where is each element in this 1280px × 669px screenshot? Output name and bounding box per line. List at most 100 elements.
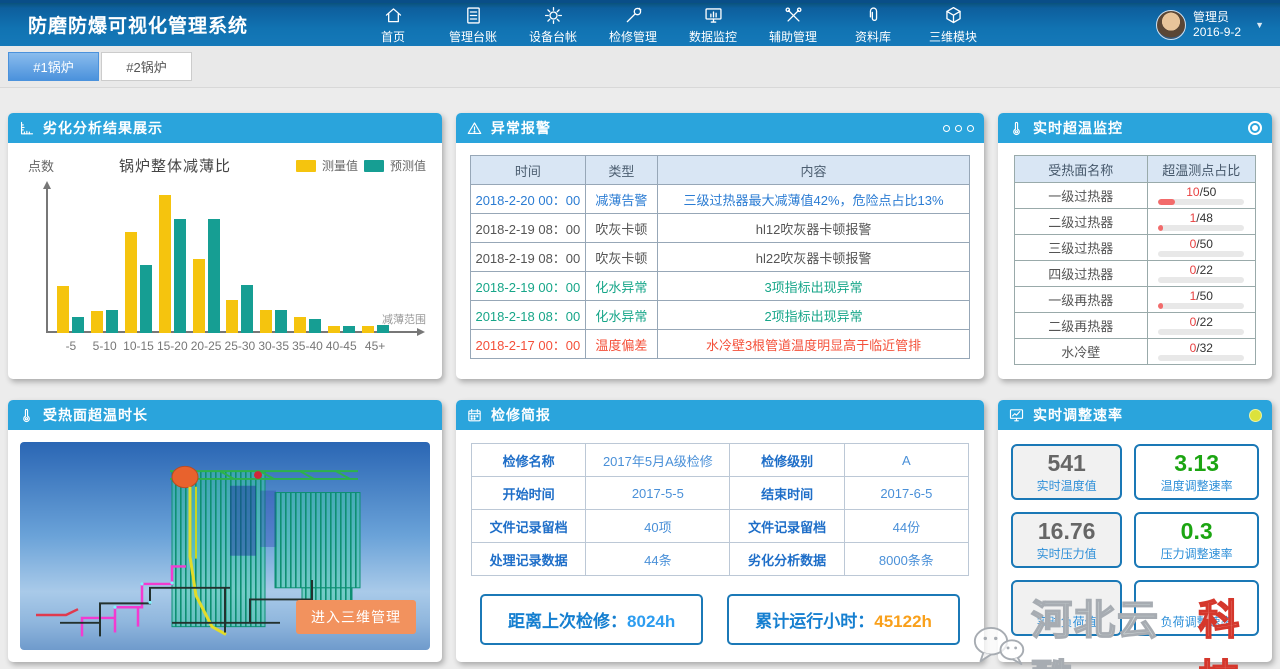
- app-title: 防磨防爆可视化管理系统: [0, 11, 248, 38]
- metric-box: 16.76实时压力值: [1011, 512, 1122, 568]
- column-header: 受热面名称: [1015, 156, 1148, 183]
- maintenance-row: 处理记录数据44条劣化分析数据8000条条: [472, 543, 969, 576]
- bar-测量值: [57, 286, 69, 333]
- alarm-cell: 吹灰卡顿: [585, 243, 657, 272]
- alarm-row[interactable]: 2018-2-19 08：00吹灰卡顿hl12吹灰器卡顿报警: [471, 214, 970, 243]
- nav-item-cube[interactable]: 三维模块: [913, 4, 993, 45]
- column-header: 超温测点占比: [1147, 156, 1255, 183]
- column-header: 类型: [585, 156, 657, 185]
- overheat-ratio-cell: 0/50: [1147, 235, 1255, 261]
- overheat-row: 水冷壁0/32: [1015, 339, 1256, 365]
- ratio-text: 0/50: [1148, 237, 1255, 251]
- metric-value: 0.3: [1181, 519, 1213, 544]
- metric-box: 实时负荷值: [1011, 580, 1122, 636]
- nav-item-monitor[interactable]: 数据监控: [673, 4, 753, 45]
- since-last-maintenance-button[interactable]: 距离上次检修：8024h: [480, 594, 703, 645]
- status-dot-icon: [1249, 409, 1262, 422]
- alarm-cell: 3项指标出现异常: [658, 272, 970, 301]
- progress-track: [1158, 277, 1244, 283]
- panel-header: 异常报警: [456, 113, 984, 143]
- bar-测量值: [91, 311, 103, 333]
- alarm-cell: 吹灰卡顿: [585, 214, 657, 243]
- metric-value: 3.13: [1174, 451, 1219, 476]
- alarm-cell: 2018-2-20 00：00: [471, 185, 586, 214]
- overheat-row: 一级再热器1/50: [1015, 287, 1256, 313]
- x-tick-label: -5: [66, 333, 77, 358]
- panel-degradation-analysis: 劣化分析结果展示 点数 锅炉整体减薄比 测量值预测值 -55-1010-1515…: [8, 113, 442, 379]
- bar-group: 25-30: [223, 183, 257, 358]
- nav-item-paperclip[interactable]: 资料库: [833, 4, 913, 45]
- progress-fill: [1158, 199, 1175, 205]
- ratio-text: 1/48: [1148, 211, 1255, 225]
- alarm-cell: 化水异常: [585, 272, 657, 301]
- alarm-row[interactable]: 2018-2-19 08：00吹灰卡顿hl22吹灰器卡顿报警: [471, 243, 970, 272]
- ratio-text: 0/22: [1148, 315, 1255, 329]
- ratio-denominator: /22: [1196, 315, 1213, 329]
- bars-row: [57, 286, 84, 333]
- nav-item-home[interactable]: 首页: [353, 4, 433, 45]
- boiler-3d-view[interactable]: 进入三维管理: [20, 442, 430, 650]
- maintenance-value: 44份: [844, 510, 968, 543]
- alarm-cell: 2项指标出现异常: [658, 301, 970, 330]
- ratio-denominator: /50: [1196, 289, 1213, 303]
- alarm-row[interactable]: 2018-2-17 00：00温度偏差水冷壁3根管道温度明显高于临近管排: [471, 330, 970, 359]
- bars-row: [226, 285, 253, 333]
- x-tick-label: 40-45: [326, 333, 357, 358]
- ledger-icon: [463, 5, 484, 26]
- bar-测量值: [193, 259, 205, 333]
- alarm-header-row: 时间类型内容: [471, 156, 970, 185]
- panel-options-dots[interactable]: [943, 125, 974, 132]
- maintenance-table: 检修名称2017年5月A级检修检修级别A开始时间2017-5-5结束时间2017…: [471, 443, 969, 576]
- tab-boiler-1[interactable]: #1锅炉: [8, 52, 99, 81]
- alarm-row[interactable]: 2018-2-19 00：00化水异常3项指标出现异常: [471, 272, 970, 301]
- chevron-down-icon[interactable]: ▼: [1255, 20, 1264, 30]
- ratio-text: 10/50: [1148, 185, 1255, 199]
- surface-name: 水冷壁: [1015, 339, 1148, 365]
- alarm-row[interactable]: 2018-2-18 08：00化水异常2项指标出现异常: [471, 301, 970, 330]
- alarm-cell: 减薄告警: [585, 185, 657, 214]
- user-menu[interactable]: 管理员 2016-9-2 ▼: [1156, 10, 1280, 40]
- bar-预测值: [208, 219, 220, 333]
- enter-3d-management-button[interactable]: 进入三维管理: [296, 600, 416, 634]
- maintenance-value: 8000条条: [844, 543, 968, 576]
- nav-item-tools[interactable]: 辅助管理: [753, 4, 833, 45]
- overheat-ratio-cell: 10/50: [1147, 183, 1255, 209]
- legend-swatch: [364, 160, 384, 172]
- nav-item-wrench[interactable]: 检修管理: [593, 4, 673, 45]
- bar-测量值: [260, 310, 272, 333]
- bars-row: [294, 317, 321, 333]
- metric-box: 3.13温度调整速率: [1134, 444, 1259, 500]
- bar-测量值: [294, 317, 306, 333]
- wrench-icon: [623, 5, 644, 26]
- alarm-cell: 2018-2-17 00：00: [471, 330, 586, 359]
- metric-label: 实时温度值: [1037, 477, 1097, 494]
- x-tick-label: 20-25: [191, 333, 222, 358]
- overheat-row: 三级过热器0/50: [1015, 235, 1256, 261]
- user-name: 管理员: [1193, 10, 1241, 25]
- total-running-hours-button[interactable]: 累计运行小时：45122h: [727, 594, 960, 645]
- overheat-ratio-cell: 1/48: [1147, 209, 1255, 235]
- tab-boiler-2[interactable]: #2锅炉: [101, 52, 192, 81]
- x-tick-label: 35-40: [292, 333, 323, 358]
- avatar: [1156, 10, 1186, 40]
- paperclip-icon: [863, 5, 884, 26]
- chart-legend: 测量值预测值: [296, 157, 426, 174]
- thermometer-icon: [1008, 120, 1025, 137]
- metric-box: 0.3压力调整速率: [1134, 512, 1259, 568]
- home-icon: [383, 5, 404, 26]
- alarm-row[interactable]: 2018-2-20 00：00减薄告警三级过热器最大减薄值42%，危险点占比13…: [471, 185, 970, 214]
- thermometer-icon: [18, 407, 35, 424]
- maintenance-value: A: [844, 444, 968, 477]
- column-header: 内容: [658, 156, 970, 185]
- alarm-cell: 2018-2-19 08：00: [471, 243, 586, 272]
- bar-测量值: [125, 232, 137, 333]
- nav-item-gear[interactable]: 设备台帐: [513, 4, 593, 45]
- metric-label: 压力调整速率: [1161, 545, 1233, 562]
- legend-label: 预测值: [390, 157, 426, 174]
- monitor-icon: [703, 5, 724, 26]
- bar-group: 30-35: [257, 183, 291, 358]
- nav-item-ledger[interactable]: 管理台账: [433, 4, 513, 45]
- panel-header: 实时超温监控: [998, 113, 1272, 143]
- panel-title: 劣化分析结果展示: [43, 118, 163, 138]
- top-navbar: 防磨防爆可视化管理系统 首页管理台账设备台帐检修管理数据监控辅助管理资料库三维模…: [0, 0, 1280, 46]
